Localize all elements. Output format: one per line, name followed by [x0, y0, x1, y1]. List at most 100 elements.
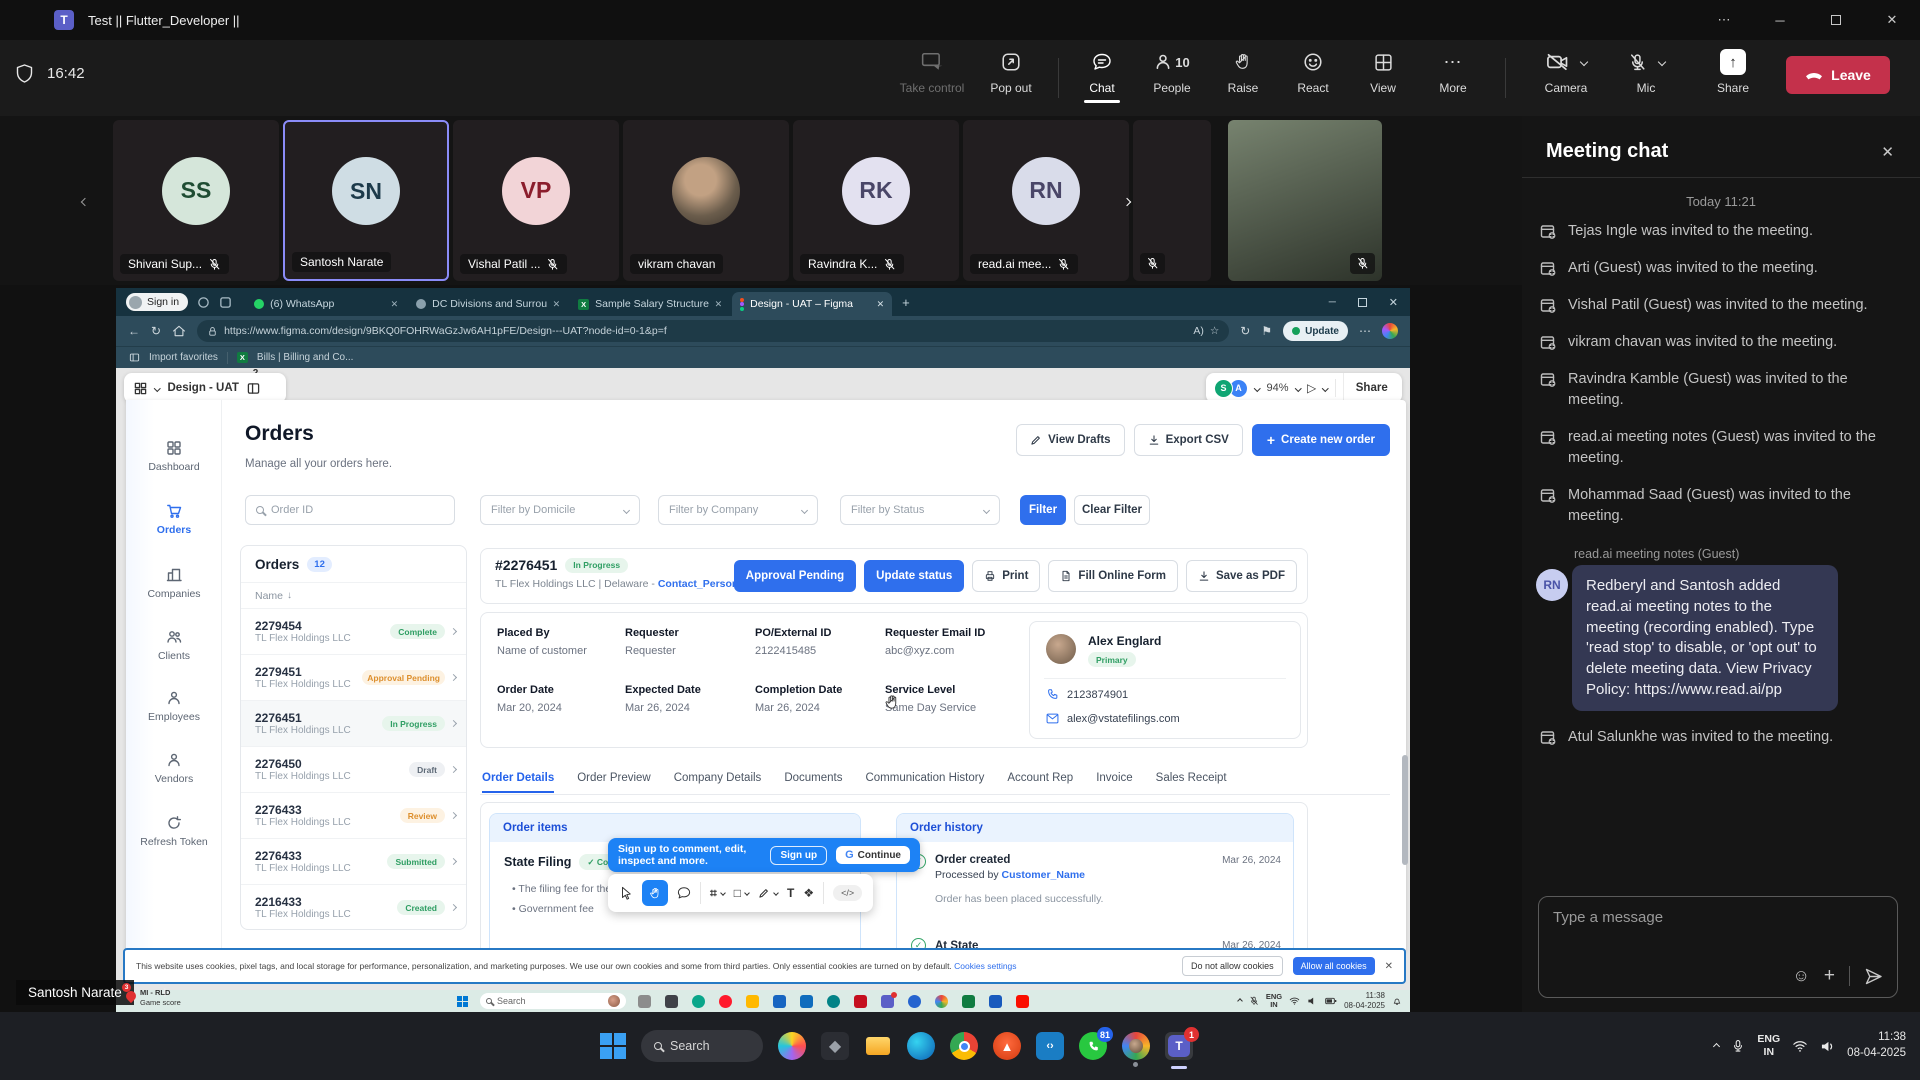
sidebar-item-dashboard[interactable]: Dashboard — [126, 440, 222, 473]
domicile-filter-dropdown[interactable]: Filter by Domicile — [480, 495, 640, 525]
figma-menu-icon[interactable] — [134, 382, 147, 395]
raise-button[interactable]: Raise — [1208, 48, 1278, 95]
move-tool-icon[interactable] — [619, 886, 633, 900]
mic-button[interactable]: Mic — [1606, 48, 1686, 95]
browser-profile-avatar[interactable] — [1382, 323, 1398, 339]
remote-taskbar-icon[interactable] — [746, 995, 759, 1008]
contact-person-link[interactable]: Contact_Person. — [658, 578, 741, 590]
browser-tab-active[interactable]: Design - UAT – Figma✕ — [732, 292, 892, 316]
print-button[interactable]: Print — [972, 560, 1040, 592]
camera-options-chevron[interactable] — [1579, 58, 1587, 66]
back-icon[interactable]: ← — [128, 324, 140, 338]
tab-company-details[interactable]: Company Details — [674, 772, 762, 793]
share-button[interactable]: ↑ Share — [1698, 48, 1768, 95]
order-row[interactable]: 2276450TL Flex Holdings LLC Draft — [241, 746, 466, 792]
order-row[interactable]: 2279454TL Flex Holdings LLC Complete — [241, 608, 466, 654]
save-as-pdf-button[interactable]: Save as PDF — [1186, 560, 1297, 592]
participant-tile[interactable]: RN read.ai mee... — [963, 120, 1129, 281]
contact-email[interactable]: alex@vstatefilings.com — [1067, 713, 1180, 725]
fill-online-form-button[interactable]: Fill Online Form — [1048, 560, 1178, 592]
dev-mode-toggle[interactable]: </> — [833, 885, 862, 901]
approval-pending-button[interactable]: Approval Pending — [734, 560, 856, 592]
participant-tile[interactable]: SS Shivani Sup... — [113, 120, 279, 281]
browser-tab[interactable]: X Sample Salary Structure with calc✕ — [570, 292, 730, 316]
participant-tile[interactable]: VP Vishal Patil ... — [453, 120, 619, 281]
app-icon[interactable]: ◆ — [821, 1032, 849, 1060]
collections-icon[interactable]: ⚑ — [1261, 324, 1272, 338]
remote-language-indicator[interactable]: ENGIN — [1266, 993, 1282, 1010]
pop-out-button[interactable]: Pop out — [976, 48, 1046, 95]
start-button-icon[interactable] — [600, 1033, 626, 1059]
sign-up-button[interactable]: Sign up — [770, 846, 827, 865]
update-status-button[interactable]: Update status — [864, 560, 964, 592]
deny-cookies-button[interactable]: Do not allow cookies — [1182, 956, 1283, 976]
column-header-name[interactable]: Name — [255, 590, 283, 602]
zoom-level[interactable]: 94% — [1267, 382, 1289, 394]
favorite-star-icon[interactable]: ☆ — [1210, 325, 1219, 337]
tab-close-icon[interactable]: ✕ — [877, 299, 885, 310]
browser-minimize-button[interactable]: ─ — [1329, 297, 1336, 308]
tab-order-preview[interactable]: Order Preview — [577, 772, 651, 793]
remote-taskbar-icon[interactable] — [773, 995, 786, 1008]
order-row[interactable]: 2276433TL Flex Holdings LLC Review — [241, 792, 466, 838]
people-button[interactable]: 10 People — [1137, 48, 1207, 95]
window-maximize-button[interactable] — [1808, 0, 1864, 40]
remote-taskbar-icon[interactable] — [962, 995, 975, 1008]
emoji-icon[interactable]: ☺ — [1793, 966, 1810, 986]
edge-icon[interactable] — [907, 1032, 935, 1060]
sidebar-item-orders[interactable]: Orders — [126, 503, 222, 536]
collaborator-avatar[interactable]: S — [1214, 379, 1233, 398]
tab-close-icon[interactable]: ✕ — [553, 299, 561, 310]
google-continue-button[interactable]: GContinue — [836, 846, 910, 864]
teams-icon[interactable]: T 1 — [1165, 1032, 1193, 1060]
remote-clock[interactable]: 11:3808-04-2025 — [1344, 991, 1385, 1010]
send-icon[interactable] — [1864, 967, 1883, 986]
chat-button[interactable]: Chat — [1067, 48, 1137, 95]
remote-notifications-icon[interactable] — [1392, 996, 1402, 1006]
sort-descending-icon[interactable]: ↓ — [287, 590, 292, 601]
remote-tray-expand-icon[interactable] — [1237, 998, 1243, 1004]
filter-apply-button[interactable]: Filter — [1020, 495, 1066, 525]
language-indicator[interactable]: ENGIN — [1757, 1033, 1780, 1058]
window-close-button[interactable]: ✕ — [1864, 0, 1920, 40]
canvas-scrollbar[interactable] — [1402, 755, 1408, 865]
sidebar-item-vendors[interactable]: Vendors — [126, 752, 222, 785]
browser-tab[interactable]: DC Divisions and Surroundings✕ — [408, 292, 568, 316]
sync-icon[interactable]: ↻ — [1240, 324, 1250, 338]
wifi-icon[interactable] — [1792, 1039, 1808, 1053]
tab-communication-history[interactable]: Communication History — [865, 772, 984, 793]
hand-tool-icon[interactable] — [642, 880, 668, 906]
order-row-selected[interactable]: 2276451TL Flex Holdings LLC In Progress — [241, 700, 466, 746]
tray-expand-icon[interactable] — [1713, 1042, 1720, 1049]
tab-sales-receipt[interactable]: Sales Receipt — [1156, 772, 1227, 793]
sidebar-item-employees[interactable]: Employees — [126, 690, 222, 723]
pen-tool[interactable] — [758, 887, 778, 899]
pinned-participant-tile[interactable] — [1228, 120, 1382, 281]
browser-maximize-button[interactable] — [1358, 298, 1367, 307]
camera-button[interactable]: Camera — [1524, 48, 1608, 95]
order-row[interactable]: 2276433TL Flex Holdings LLC Submitted — [241, 838, 466, 884]
remote-taskbar-icon[interactable] — [854, 995, 867, 1008]
more-button[interactable]: ⋯ More — [1418, 48, 1488, 95]
window-minimize-button[interactable]: ─ — [1752, 0, 1808, 40]
contact-phone[interactable]: 2123874901 — [1067, 689, 1128, 701]
collaborators-chevron[interactable] — [1254, 385, 1260, 391]
present-icon[interactable]: ▷ — [1307, 381, 1316, 395]
remote-taskbar-icon[interactable] — [935, 995, 948, 1008]
file-explorer-icon[interactable] — [864, 1032, 892, 1060]
browser-tab[interactable]: (6) WhatsApp✕ — [246, 292, 406, 316]
cookie-settings-link[interactable]: Cookies settings — [954, 961, 1016, 971]
browser-menu-icon[interactable]: ⋯ — [1359, 324, 1371, 338]
chat-message-input[interactable]: Type a message ☺ + — [1538, 896, 1898, 998]
export-csv-button[interactable]: Export CSV — [1134, 424, 1243, 456]
address-bar[interactable]: https://www.figma.com/design/9BKQ0FOHRWa… — [197, 320, 1229, 342]
remote-taskbar-teams-icon[interactable] — [881, 995, 894, 1008]
react-button[interactable]: React — [1278, 48, 1348, 95]
vscode-icon[interactable]: ‹› — [1036, 1032, 1064, 1060]
create-new-order-button[interactable]: + Create new order — [1252, 424, 1390, 456]
leave-button[interactable]: Leave — [1786, 56, 1890, 94]
tab-account-rep[interactable]: Account Rep — [1007, 772, 1073, 793]
browser-update-button[interactable]: Update — [1283, 321, 1348, 341]
comment-tool-icon[interactable] — [677, 886, 691, 900]
brave-icon[interactable]: ▲ — [993, 1032, 1021, 1060]
